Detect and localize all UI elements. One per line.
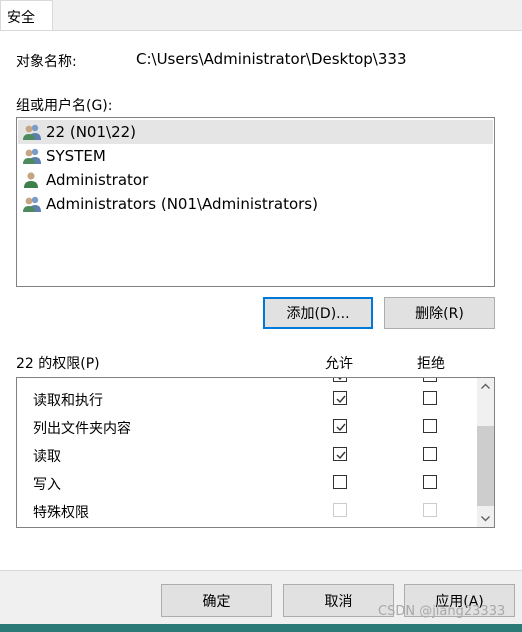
permission-row: 特殊权限 [17,497,477,525]
allow-column-header: 允许 [325,356,353,372]
deny-checkbox [423,503,437,517]
deny-checkbox[interactable] [423,475,437,489]
object-name-label: 对象名称: [16,54,77,70]
remove-button[interactable]: 删除(R) [384,297,495,329]
group-icon [22,147,42,165]
list-item[interactable]: Administrator [18,168,493,192]
permissions-label: 22 的权限(P) [16,356,100,372]
allow-checkbox[interactable] [333,419,347,433]
group-icon [22,195,42,213]
deny-checkbox[interactable] [423,447,437,461]
permissions-list: 读取和执行 列出文件夹内容 读取 写入 特殊权限 [16,377,495,528]
permission-row: 列出文件夹内容 [17,413,477,441]
list-item-label: 22 (N01\22) [46,123,137,141]
allow-checkbox[interactable] [333,391,347,405]
list-item[interactable]: Administrators (N01\Administrators) [18,192,493,216]
scrollbar-thumb[interactable] [477,426,494,506]
permissions-scrollbar[interactable] [477,378,494,527]
permission-name: 特殊权限 [33,505,89,521]
permission-name: 读取和执行 [33,393,103,409]
permission-row: 读取 [17,441,477,469]
deny-checkbox-partial [423,378,437,382]
permission-row: 读取和执行 [17,385,477,413]
list-item-label: SYSTEM [46,147,106,165]
allow-checkbox [333,503,347,517]
deny-checkbox[interactable] [423,419,437,433]
allow-checkbox[interactable] [333,447,347,461]
list-item-label: Administrators (N01\Administrators) [46,195,318,213]
deny-checkbox[interactable] [423,391,437,405]
list-item-label: Administrator [46,171,149,189]
scroll-down-icon[interactable] [477,510,494,527]
permission-name: 读取 [33,449,61,465]
scroll-up-icon[interactable] [477,378,494,395]
permission-row: 写入 [17,469,477,497]
ok-button[interactable]: 确定 [161,584,272,617]
list-item[interactable]: 22 (N01\22) [18,120,493,144]
groups-label: 组或用户名(G): [16,98,113,114]
group-icon [22,123,42,141]
allow-checkbox-partial [333,378,347,382]
permission-name: 写入 [33,477,61,493]
deny-column-header: 拒绝 [417,356,445,372]
groups-listbox[interactable]: 22 (N01\22) SYSTEM Administrator Adminis… [16,117,495,287]
user-icon [22,171,42,189]
allow-checkbox[interactable] [333,475,347,489]
bottom-bar [0,624,522,632]
list-item[interactable]: SYSTEM [18,144,493,168]
watermark-text: CSDN @jiang23333 [378,604,506,619]
object-name-value: C:\Users\Administrator\Desktop\333 [136,50,407,68]
permission-name: 列出文件夹内容 [33,421,131,437]
tab-security[interactable]: 安全 [0,0,53,31]
tab-security-label: 安全 [7,10,35,26]
add-button[interactable]: 添加(D)... [263,297,373,329]
